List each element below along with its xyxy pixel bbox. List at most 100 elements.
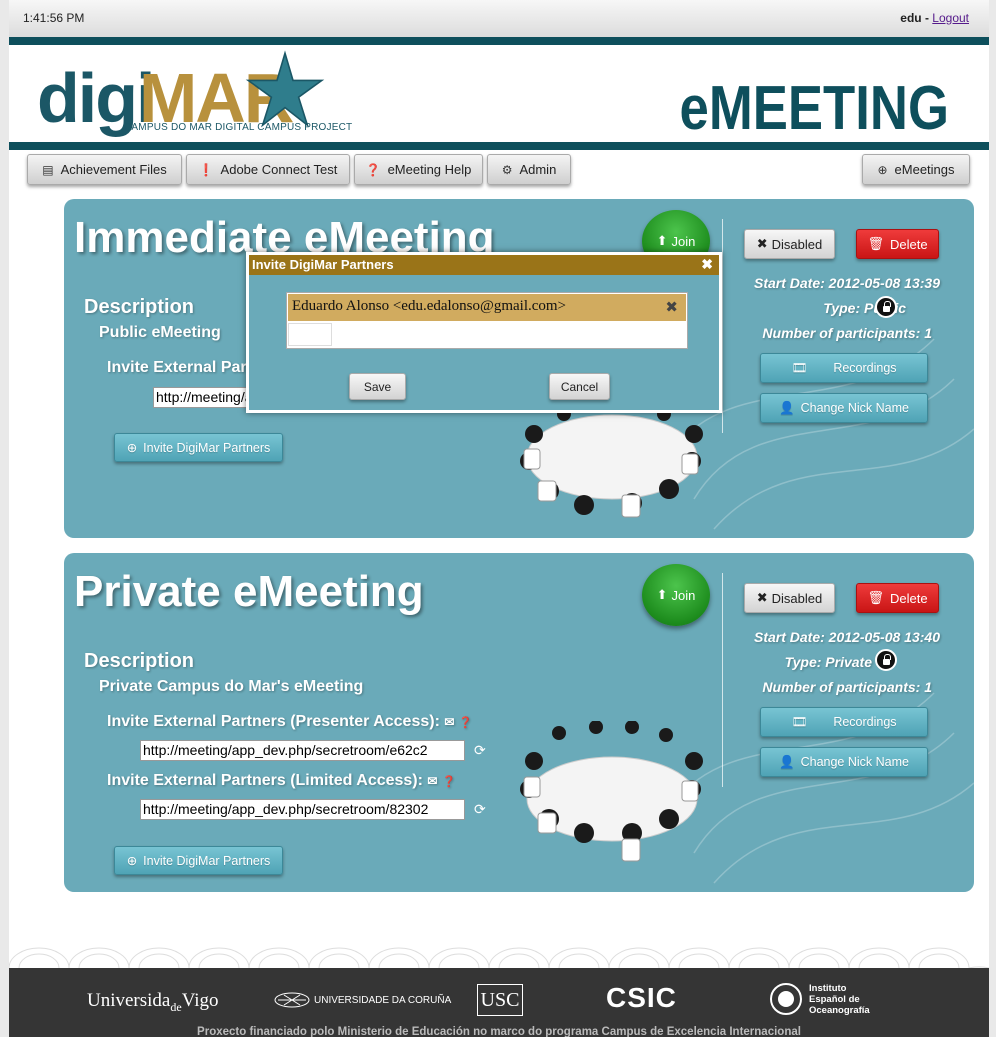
start-date: Start Date: 2012-05-08 13:39 (754, 275, 940, 291)
vertical-divider (722, 219, 723, 433)
clock-time: 1:41:56 PM (23, 11, 85, 25)
user-icon: 👤 (779, 400, 795, 415)
recordings-button[interactable]: 🎞 Recordings (760, 707, 928, 737)
cancel-button[interactable]: Cancel (549, 373, 610, 400)
emeeting-help-button[interactable]: ❓ eMeeting Help (354, 154, 483, 185)
join-button[interactable]: ⬆ Join (642, 564, 710, 626)
emeetings-label: eMeetings (894, 162, 955, 177)
universidade-coruna-logo: UNIVERSIDADE DA CORUÑA (274, 992, 451, 1008)
participants-count: Number of participants: 1 (762, 679, 932, 695)
selected-partner-chip: Eduardo Alonso <edu.edalonso@gmail.com> … (288, 294, 686, 321)
coruna-emblem-icon (274, 992, 310, 1008)
invite-digimar-partners-button[interactable]: ⊕ Invite DigiMar Partners (114, 433, 283, 462)
delete-button[interactable]: 🗑 Delete (856, 583, 939, 613)
funding-credit: Proxecto financiado polo Ministerio de E… (197, 1026, 801, 1037)
plus-circle-icon: ⊕ (126, 441, 138, 455)
coruna-label: UNIVERSIDADE DA CORUÑA (314, 994, 452, 1006)
mail-icon[interactable]: ✉ (427, 774, 437, 788)
mail-icon[interactable]: ✉ (444, 715, 454, 729)
film-icon: 🎞 (791, 714, 808, 729)
close-icon[interactable]: ✖ (701, 256, 713, 273)
invite-partners-dialog: Invite DigiMar Partners ✖ Eduardo Alonso… (246, 252, 722, 413)
film-icon: 🎞 (791, 360, 808, 375)
refresh-icon[interactable]: ⟳ (474, 742, 486, 759)
invite-digimar-label: Invite DigiMar Partners (143, 440, 271, 455)
achievement-files-button[interactable]: ▤ Achievement Files (27, 154, 182, 185)
save-label: Save (363, 379, 392, 394)
csic-logo: CSIC (606, 982, 677, 1013)
meeting-type: Type: Private (784, 654, 872, 670)
disabled-label: Disabled (771, 590, 823, 606)
alert-circle-icon: ❗ (198, 162, 214, 177)
description-heading: Description (84, 296, 195, 318)
vigo-text-c: Vigo (181, 990, 219, 1011)
refresh-icon[interactable]: ⟳ (474, 801, 486, 818)
ieo-label: Instituto Español de Oceanografía (809, 983, 870, 1016)
delete-label: Delete (889, 236, 928, 252)
remove-partner-icon[interactable]: ✖ (665, 298, 678, 316)
universidade-vigo-logo: UniversidadeVigo (87, 990, 219, 1014)
change-nick-name-button[interactable]: 👤 Change Nick Name (760, 393, 928, 423)
ieo-emblem-icon (770, 983, 802, 1015)
limited-url-field[interactable]: http://meeting/app_dev.php/secretroom/82… (140, 799, 465, 820)
adobe-connect-test-button[interactable]: ❗ Adobe Connect Test (186, 154, 350, 185)
footer-decoration (9, 947, 989, 968)
logout-link[interactable]: Logout (932, 11, 969, 25)
vigo-text-a: Universida (87, 990, 171, 1011)
join-label: Join (671, 233, 696, 249)
admin-label: Admin (519, 162, 557, 177)
join-label: Join (671, 587, 696, 603)
delete-button[interactable]: 🗑 Delete (856, 229, 939, 259)
meeting-title: Private eMeeting (74, 567, 424, 616)
ieo-logo: Instituto Español de Oceanografía (769, 982, 870, 1016)
description-text: Private Campus do Mar's eMeeting (99, 678, 364, 695)
invite-digimar-partners-button[interactable]: ⊕ Invite DigiMar Partners (114, 846, 283, 875)
plus-circle-icon: ⊕ (126, 854, 138, 868)
invite-digimar-label: Invite DigiMar Partners (143, 853, 271, 868)
usc-logo: USC (477, 984, 523, 1016)
adobe-connect-test-label: Adobe Connect Test (220, 162, 338, 177)
gear-icon: ⚙ (501, 162, 513, 177)
admin-button[interactable]: ⚙ Admin (487, 154, 571, 185)
user-info: edu - Logout (900, 11, 969, 25)
start-date: Start Date: 2012-05-08 13:40 (754, 629, 940, 645)
recordings-label: Recordings (833, 361, 897, 375)
help-circle-icon: ❓ (365, 162, 381, 177)
change-nick-name-button[interactable]: 👤 Change Nick Name (760, 747, 928, 777)
partner-search-input[interactable] (288, 323, 332, 346)
page: 1:41:56 PM edu - Logout digi MAR CAMPUS … (9, 0, 989, 1037)
disabled-label: Disabled (771, 236, 823, 252)
help-icon[interactable]: ❓ (459, 717, 473, 729)
achievement-files-label: Achievement Files (60, 162, 167, 177)
arrow-up-icon: ⬆ (656, 587, 668, 602)
emeeting-help-label: eMeeting Help (387, 162, 472, 177)
ieo-line-3: Oceanografía (809, 1004, 870, 1016)
plus-circle-icon: ⊕ (877, 162, 888, 177)
recordings-button[interactable]: 🎞 Recordings (760, 353, 928, 383)
help-icon[interactable]: ❓ (442, 776, 456, 788)
invite-presenter-text: Invite External Partners (Presenter Acce… (107, 713, 440, 730)
save-button[interactable]: Save (349, 373, 406, 400)
x-icon: ✖ (756, 590, 768, 605)
vertical-divider (722, 573, 723, 787)
emeetings-button[interactable]: ⊕ eMeetings (862, 154, 970, 185)
user-icon: 👤 (779, 754, 795, 769)
ieo-line-2: Español de (809, 993, 860, 1005)
username: edu (900, 11, 922, 25)
recordings-label: Recordings (833, 715, 897, 729)
meeting-table-illustration (520, 721, 703, 862)
meeting-table-illustration (520, 407, 703, 518)
header: digi MAR CAMPUS DO MAR DIGITAL CAMPUS PR… (9, 45, 989, 143)
invite-limited-text: Invite External Partners (Limited Access… (107, 772, 423, 789)
unlock-icon (875, 296, 897, 318)
user-separator: - (921, 11, 933, 25)
trash-icon: 🗑 (867, 236, 884, 251)
description-text: Public eMeeting (99, 324, 221, 341)
disabled-button[interactable]: ✖ Disabled (744, 583, 835, 613)
list-icon: ▤ (42, 162, 54, 177)
presenter-url-field[interactable]: http://meeting/app_dev.php/secretroom/e6… (140, 740, 465, 761)
disabled-button[interactable]: ✖ Disabled (744, 229, 835, 259)
selected-partner-label: Eduardo Alonso <edu.edalonso@gmail.com> (292, 298, 567, 314)
partners-select-box[interactable]: Eduardo Alonso <edu.edalonso@gmail.com> … (286, 292, 688, 349)
x-icon: ✖ (756, 236, 768, 251)
